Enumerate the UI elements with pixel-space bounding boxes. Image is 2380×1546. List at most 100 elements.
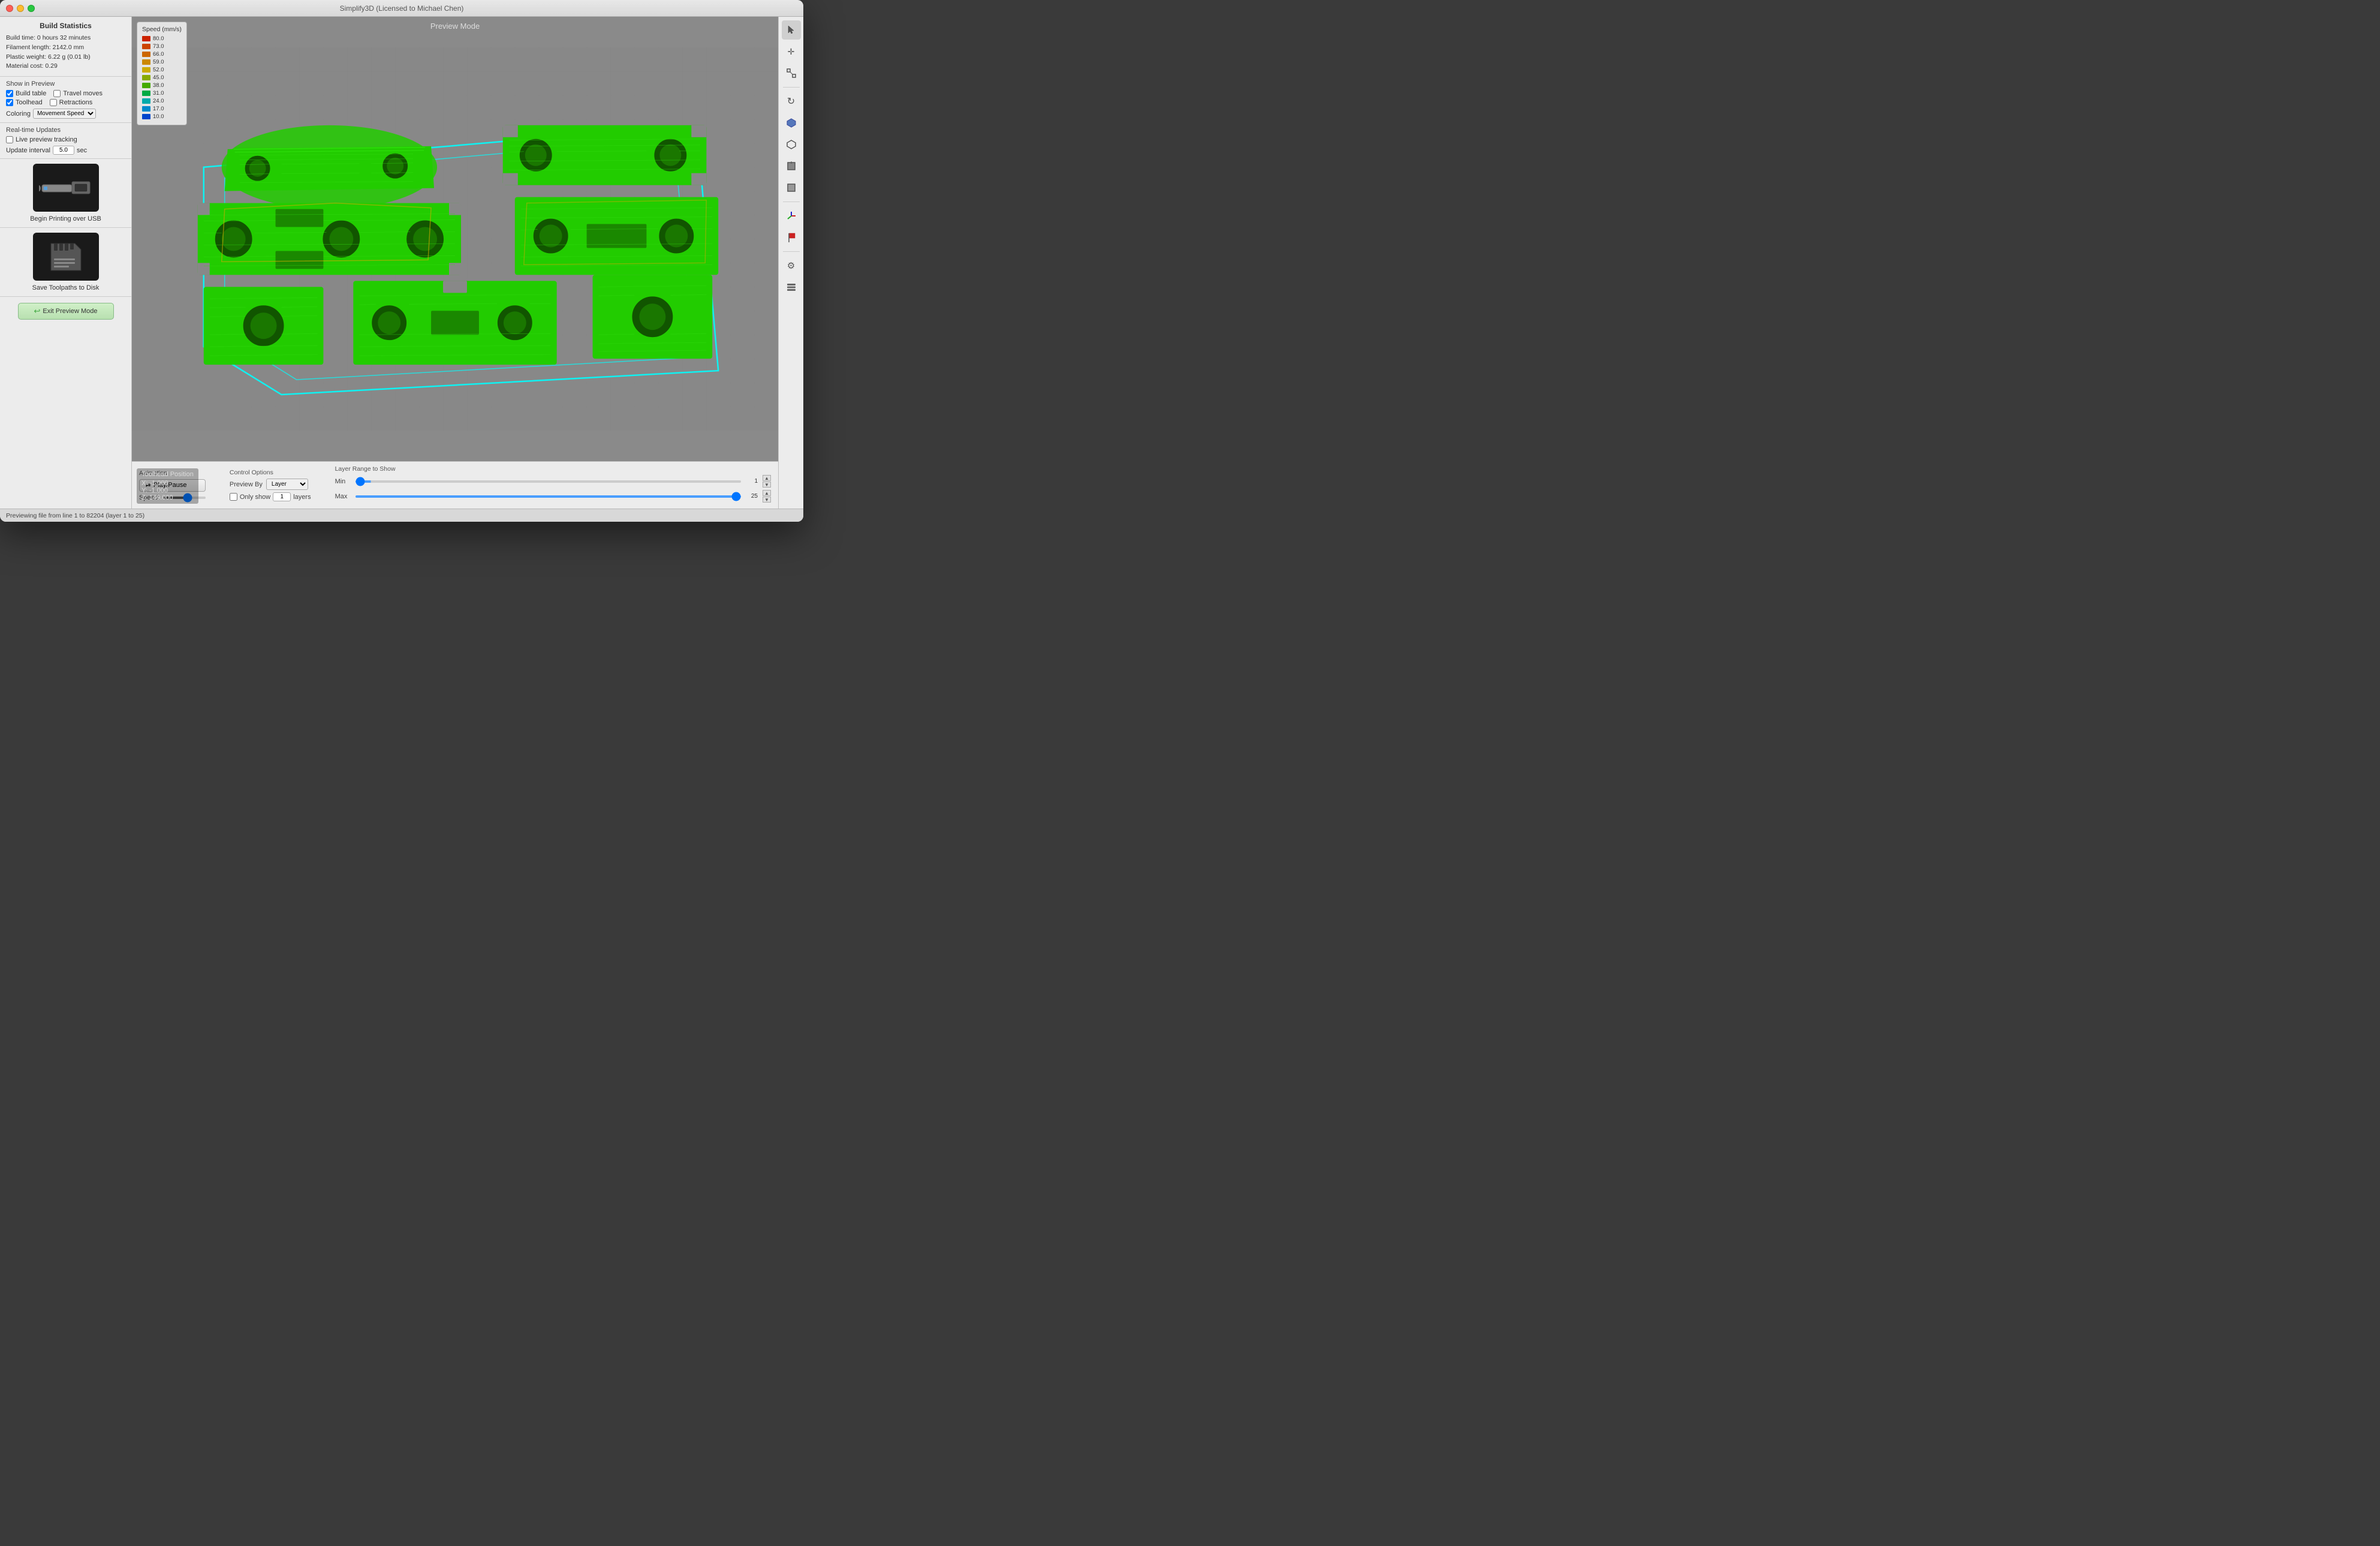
toolhead-position-title: Toolhead Position <box>141 471 194 478</box>
min-value: 1 <box>746 478 758 485</box>
min-decrement-button[interactable]: ▼ <box>763 482 771 488</box>
build-time: Build time: 0 hours 32 minutes <box>6 34 125 43</box>
minimize-button[interactable] <box>17 5 24 12</box>
gear-icon: ⚙ <box>787 260 795 271</box>
legend-color-swatch <box>142 98 150 104</box>
update-interval-label: Update interval <box>6 147 50 154</box>
bottom-controls: Animation ⏯ Play/Pause Speed: Control Op… <box>132 461 778 509</box>
legend-value: 73.0 <box>153 43 164 50</box>
legend-item: 80.0 <box>142 35 182 42</box>
live-tracking-checkbox[interactable] <box>6 136 13 143</box>
realtime-updates-section: Real-time Updates Live preview tracking … <box>0 123 131 159</box>
only-show-row: Only show layers <box>230 492 311 501</box>
preview-by-label: Preview By <box>230 481 263 488</box>
min-label: Min <box>335 478 351 485</box>
list-button[interactable] <box>782 278 801 297</box>
toolhead-position-info: Toolhead Position X: -1.000 Y: -1.000 Z:… <box>137 468 198 504</box>
layer-range-section: Layer Range to Show Min 1 ▲ ▼ Max 25 <box>335 465 771 505</box>
travel-moves-label: Travel moves <box>63 90 103 97</box>
legend-item: 66.0 <box>142 51 182 58</box>
max-decrement-button[interactable]: ▼ <box>763 497 771 503</box>
only-show-label: Only show <box>240 494 270 501</box>
cursor-icon <box>787 25 796 35</box>
axes-button[interactable] <box>782 206 801 225</box>
legend-item: 38.0 <box>142 82 182 89</box>
move-button[interactable]: ✛ <box>782 42 801 61</box>
scale-icon <box>787 68 796 78</box>
toolhead-checkbox[interactable] <box>6 99 13 106</box>
realtime-title: Real-time Updates <box>6 127 125 134</box>
exit-icon: ↩ <box>34 306 41 316</box>
legend-item: 24.0 <box>142 98 182 104</box>
flag-button[interactable] <box>782 228 801 247</box>
viewport-canvas[interactable] <box>132 17 778 461</box>
only-show-input[interactable] <box>273 492 291 501</box>
legend-value: 59.0 <box>153 59 164 65</box>
maximize-button[interactable] <box>28 5 35 12</box>
legend-color-swatch <box>142 75 150 80</box>
rotate-button[interactable]: ↻ <box>782 92 801 111</box>
only-show-checkbox[interactable] <box>230 493 237 501</box>
legend-color-swatch <box>142 52 150 57</box>
toolhead-row: Toolhead Retractions <box>6 99 125 106</box>
main-content: Build Statistics Build time: 0 hours 32 … <box>0 17 803 509</box>
preview-by-select[interactable]: Layer <box>266 479 308 490</box>
max-increment-button[interactable]: ▲ <box>763 490 771 496</box>
sd-image-box[interactable] <box>33 233 99 281</box>
preview-by-row: Preview By Layer <box>230 479 311 490</box>
min-stepper: ▲ ▼ <box>763 475 771 488</box>
toolbar-divider-3 <box>783 251 800 252</box>
move-icon: ✛ <box>788 47 795 57</box>
legend-item: 17.0 <box>142 106 182 112</box>
toolhead-z: Z: 149.000 <box>141 494 194 501</box>
right-toolbar: ✛ ↻ <box>778 17 803 509</box>
min-slider[interactable] <box>356 480 741 483</box>
legend-color-swatch <box>142 44 150 49</box>
legend-color-swatch <box>142 36 150 41</box>
close-button[interactable] <box>6 5 13 12</box>
legend-value: 24.0 <box>153 98 164 104</box>
legend-value: 17.0 <box>153 106 164 112</box>
view-front-button[interactable] <box>782 178 801 197</box>
legend-value: 31.0 <box>153 90 164 97</box>
scale-button[interactable] <box>782 64 801 83</box>
update-interval-input[interactable] <box>53 146 74 155</box>
view-front-icon <box>786 182 797 193</box>
status-bar: Previewing file from line 1 to 82204 (la… <box>0 509 803 522</box>
control-options-section: Control Options Preview By Layer Only sh… <box>230 469 311 501</box>
sd-label: Save Toolpaths to Disk <box>32 284 100 291</box>
toolbar-divider-2 <box>783 201 800 202</box>
live-tracking-row: Live preview tracking <box>6 136 125 143</box>
legend-value: 38.0 <box>153 82 164 89</box>
view3d-outline-button[interactable] <box>782 135 801 154</box>
travel-moves-checkbox[interactable] <box>53 90 61 97</box>
filament-length: Filament length: 2142.0 mm <box>6 43 125 53</box>
plastic-weight: Plastic weight: 6.22 g (0.01 lb) <box>6 53 125 62</box>
legend-value: 45.0 <box>153 74 164 81</box>
view3d-solid-icon <box>786 118 797 128</box>
min-range-row: Min 1 ▲ ▼ <box>335 475 771 488</box>
view3d-solid-button[interactable] <box>782 113 801 133</box>
cursor-button[interactable] <box>782 20 801 40</box>
legend-value: 66.0 <box>153 51 164 58</box>
build-statistics-section: Build Statistics Build time: 0 hours 32 … <box>0 17 131 77</box>
coloring-select[interactable]: Movement Speed <box>33 109 96 119</box>
build-table-checkbox[interactable] <box>6 90 13 97</box>
build-table-label: Build table <box>16 90 46 97</box>
speed-legend: Speed (mm/s) 80.0 73.0 66.0 59.0 52.0 45… <box>137 22 187 125</box>
build-table-row: Build table Travel moves <box>6 90 125 97</box>
view-top-button[interactable] <box>782 157 801 176</box>
layers-label: layers <box>293 494 311 501</box>
min-increment-button[interactable]: ▲ <box>763 475 771 481</box>
retractions-checkbox[interactable] <box>50 99 57 106</box>
status-text: Previewing file from line 1 to 82204 (la… <box>6 512 144 519</box>
exit-preview-button[interactable]: ↩ Exit Preview Mode <box>18 303 114 320</box>
retractions-label: Retractions <box>59 99 93 106</box>
usb-label: Begin Printing over USB <box>30 215 101 222</box>
control-options-title: Control Options <box>230 469 311 476</box>
gear-button[interactable]: ⚙ <box>782 256 801 275</box>
usb-image-box[interactable] <box>33 164 99 212</box>
titlebar: Simplify3D (Licensed to Michael Chen) <box>0 0 803 17</box>
viewport-background <box>132 17 778 461</box>
max-slider[interactable] <box>356 495 741 498</box>
